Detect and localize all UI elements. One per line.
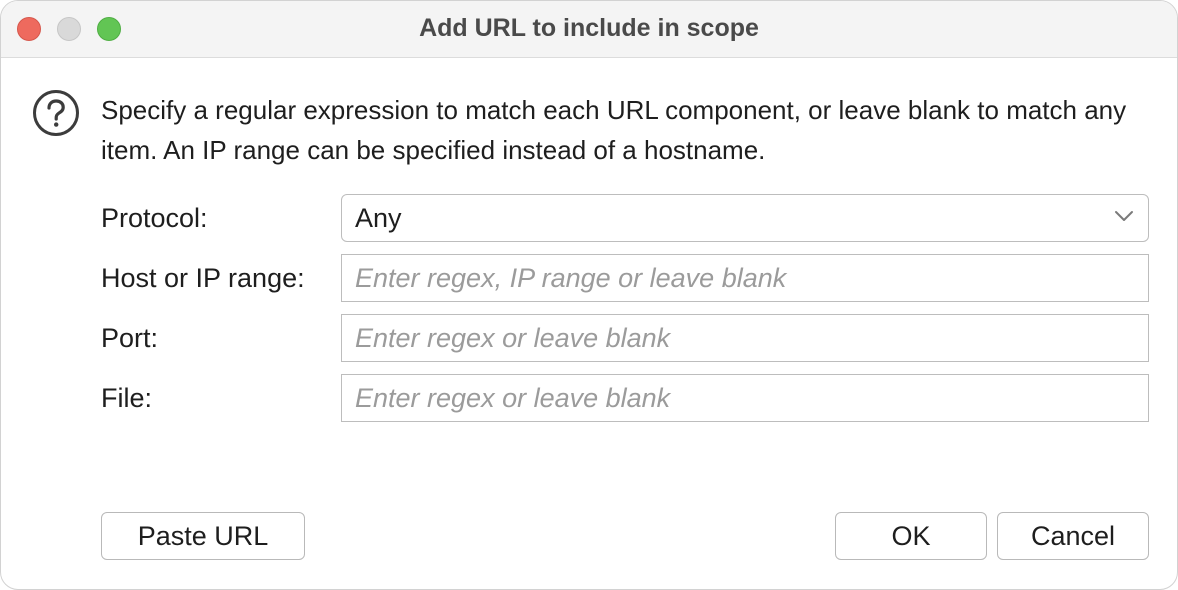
protocol-label: Protocol: <box>101 203 208 233</box>
port-input[interactable] <box>341 314 1149 362</box>
host-input[interactable] <box>341 254 1149 302</box>
file-label: File: <box>101 383 153 413</box>
dialog-title: Add URL to include in scope <box>419 14 759 42</box>
protocol-selected-value: Any <box>355 203 402 233</box>
ok-button[interactable]: OK <box>835 512 987 560</box>
chevron-down-icon <box>1115 211 1133 221</box>
question-circle-icon <box>33 90 79 136</box>
port-label: Port: <box>101 323 159 353</box>
dialog-window: Add URL to include in scope Specify a re… <box>0 0 1178 590</box>
protocol-select[interactable]: Any <box>341 194 1149 242</box>
title-bar[interactable]: Add URL to include in scope <box>1 1 1177 58</box>
host-label: Host or IP range: <box>101 263 305 293</box>
paste-url-button[interactable]: Paste URL <box>101 512 305 560</box>
file-input[interactable] <box>341 374 1149 422</box>
cancel-button[interactable]: Cancel <box>997 512 1149 560</box>
instructions-text: Specify a regular expression to match ea… <box>101 95 1127 165</box>
